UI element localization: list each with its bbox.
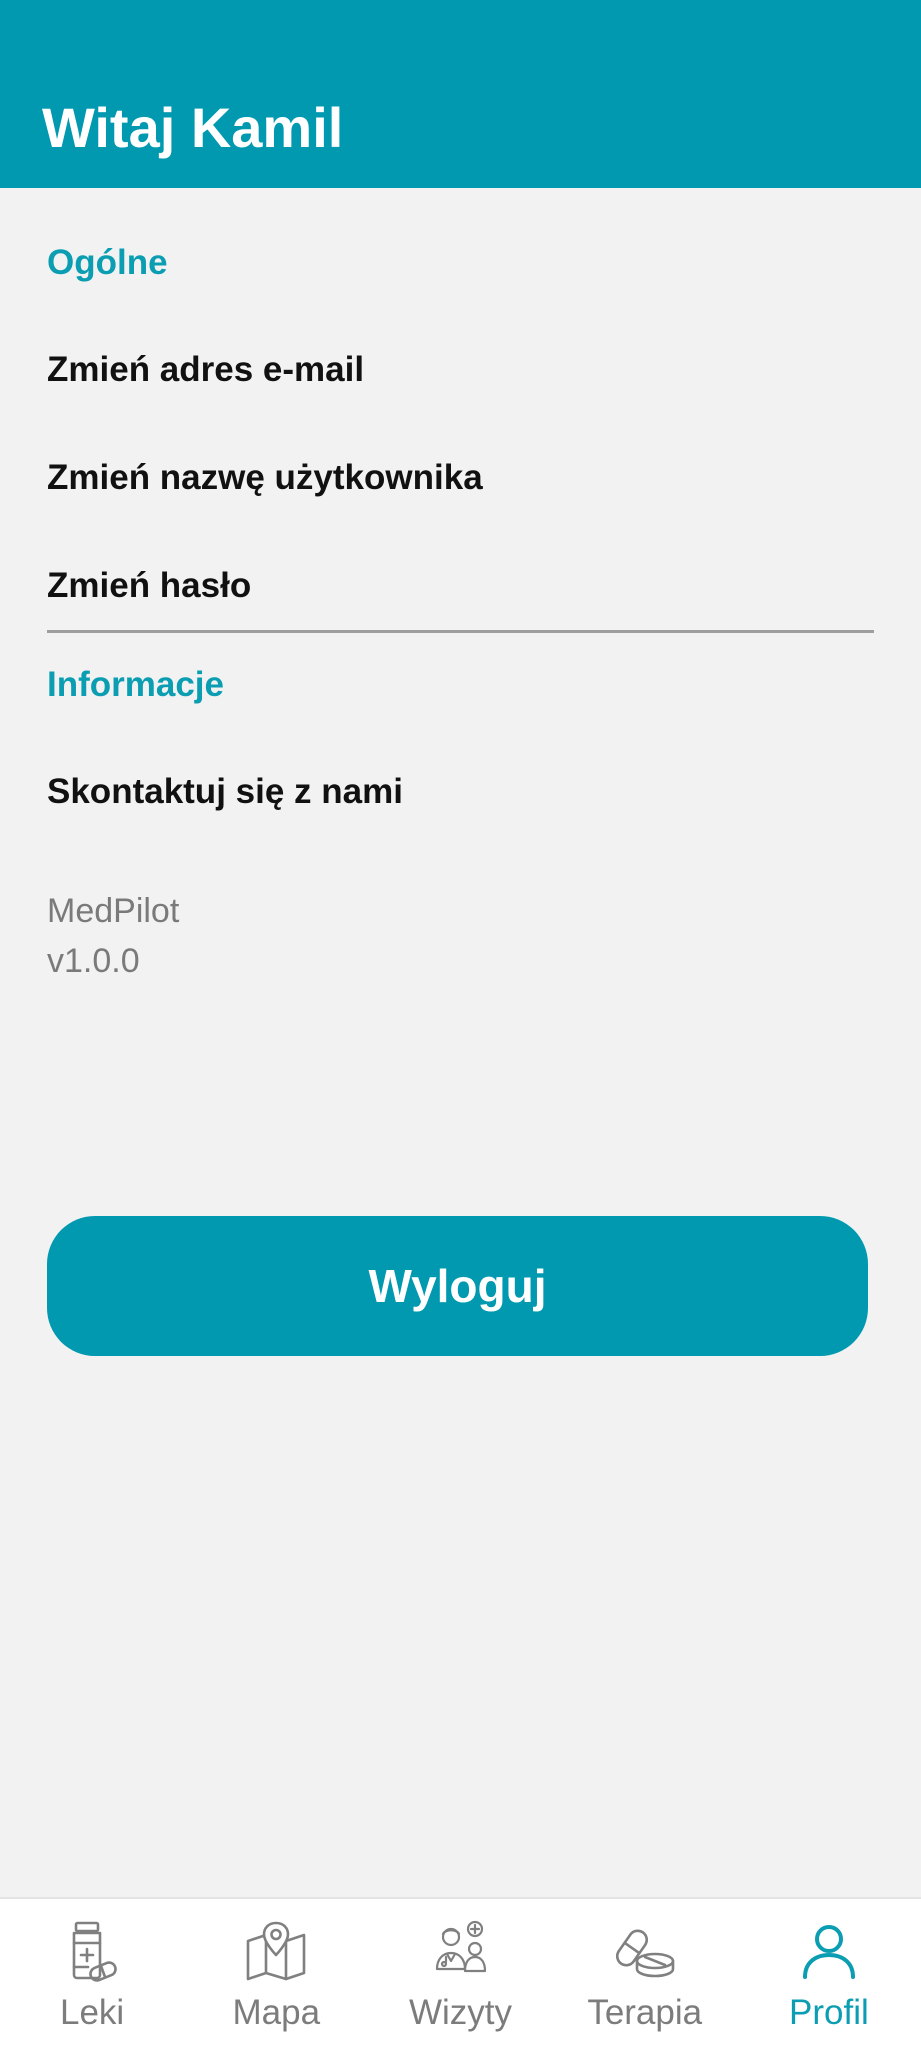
app-name: MedPilot [47, 892, 180, 930]
nav-item-terapia[interactable]: Terapia [553, 1899, 737, 2048]
logout-button[interactable]: Wyloguj [47, 1216, 868, 1356]
change-username-item[interactable]: Zmień nazwę użytkownika [47, 460, 874, 495]
map-pin-icon [244, 1919, 308, 1983]
nav-label-leki: Leki [59, 1993, 125, 2032]
page-title: Witaj Kamil [42, 96, 344, 159]
doctor-icon [429, 1919, 493, 1983]
pills-icon [613, 1919, 677, 1983]
nav-label-terapia: Terapia [587, 1993, 703, 2032]
nav-item-leki[interactable]: Leki [0, 1899, 184, 2048]
nav-item-profil[interactable]: Profil [737, 1899, 921, 2048]
app-header: Witaj Kamil [0, 0, 921, 188]
change-email-item[interactable]: Zmień adres e-mail [47, 352, 874, 387]
section-divider [47, 630, 874, 633]
nav-label-profil: Profil [789, 1993, 869, 2032]
section-title-info: Informacje [47, 665, 224, 704]
profile-screen: Witaj Kamil Ogólne Zmień adres e-mail Zm… [0, 0, 921, 2048]
nav-label-mapa: Mapa [232, 1993, 321, 2032]
nav-item-mapa[interactable]: Mapa [184, 1899, 368, 2048]
section-title-general: Ogólne [47, 243, 168, 282]
medicine-bottle-icon [60, 1919, 124, 1983]
nav-item-wizyty[interactable]: Wizyty [368, 1899, 552, 2048]
app-version: v1.0.0 [47, 942, 140, 980]
change-password-item[interactable]: Zmień hasło [47, 568, 874, 603]
nav-label-wizyty: Wizyty [408, 1993, 513, 2032]
bottom-navigation: Leki Mapa Wizyty Terapia Profil [0, 1897, 921, 2048]
user-icon [797, 1919, 861, 1983]
contact-us-item[interactable]: Skontaktuj się z nami [47, 774, 874, 809]
